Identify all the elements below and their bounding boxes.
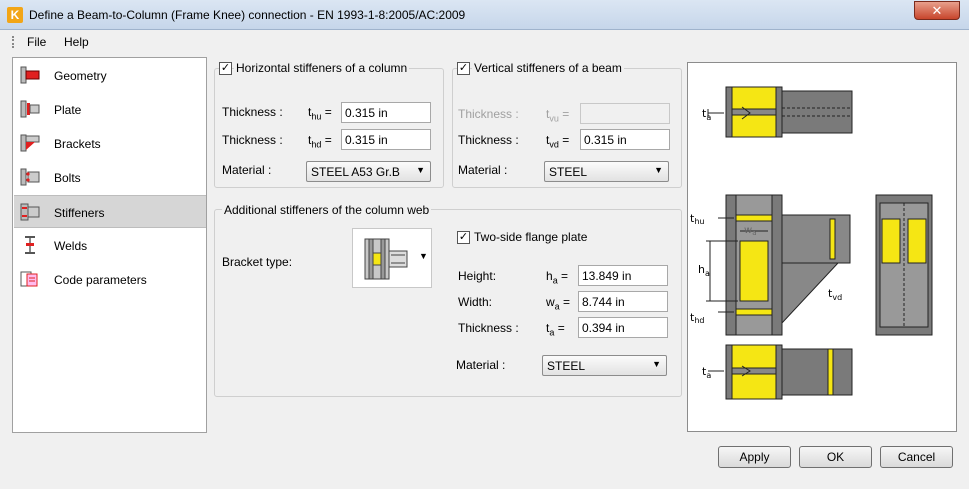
sidebar-item-geometry[interactable]: Geometry [14,59,206,92]
window-title: Define a Beam-to-Column (Frame Knee) con… [29,8,466,22]
toolbar-grip[interactable] [12,36,15,48]
two-side-flange-label: Two-side flange plate [474,230,588,244]
title-bar: K Define a Beam-to-Column (Frame Knee) c… [0,0,969,30]
code-parameters-icon [20,271,38,287]
preview-label-thu: thu [690,212,704,226]
sidebar-item-label: Brackets [54,137,101,151]
preview-label-tvd: tvd [828,287,842,302]
thickness-label: Thickness : [458,107,519,121]
ha-symbol: ha = [546,269,569,286]
brackets-icon [20,134,40,152]
chevron-down-icon: ▼ [419,251,428,261]
additional-stiffeners-title: Additional stiffeners of the column web [222,203,432,217]
sidebar-item-plate[interactable]: Plate [14,93,206,126]
sidebar-item-label: Welds [54,239,88,253]
menu-bar: File Help [0,31,969,53]
ta-input[interactable]: 0.394 in [578,317,668,338]
sidebar-item-label: Bolts [54,171,81,185]
material-label: Material : [456,358,506,372]
preview-label-ta-bottom: ta [702,365,711,380]
sidebar-item-label: Plate [54,103,82,117]
preview-label-ta-top: ta [702,107,711,122]
connection-preview: ta thu thd ha wa tvd ta [687,62,957,432]
bolts-icon [20,168,40,186]
horizontal-stiffeners-checkbox[interactable]: ✓ [219,62,232,75]
chevron-down-icon: ▼ [416,165,425,175]
thickness-label: Thickness : [222,105,283,119]
vertical-material-value: STEEL [549,165,588,179]
thickness-label: Thickness : [458,321,519,335]
thu-input[interactable]: 0.315 in [341,102,431,123]
preview-label-thd: thd [690,311,704,325]
geometry-icon [20,66,40,84]
horizontal-stiffeners-title: Horizontal stiffeners of a column [234,61,410,75]
vertical-material-select[interactable]: STEEL ▼ [544,161,669,182]
sidebar: Geometry Plate Brackets Bolts Stiffeners… [12,57,207,433]
bracket-type-icon [364,238,408,280]
wa-input[interactable]: 8.744 in [578,291,668,312]
horizontal-material-value: STEEL A53 Gr.B [311,165,400,179]
sidebar-item-welds[interactable]: Welds [14,229,206,262]
additional-material-value: STEEL [547,359,586,373]
sidebar-item-label: Code parameters [54,273,147,287]
bottom-view-diagram [708,344,853,400]
thu-symbol: thu = [308,105,332,122]
top-view-diagram [707,86,853,138]
wa-symbol: wa = [546,295,571,312]
section-view-diagram [875,194,933,336]
chevron-down-icon: ▼ [654,165,663,175]
vertical-stiffeners-title: Vertical stiffeners of a beam [472,61,624,75]
bracket-type-label: Bracket type: [222,255,293,269]
menu-help[interactable]: Help [64,35,89,49]
two-side-flange-checkbox[interactable]: ✓ [457,231,470,244]
sidebar-item-brackets[interactable]: Brackets [14,127,206,160]
welds-icon [25,236,35,254]
close-button[interactable]: ✕ [914,1,960,20]
thd-symbol: thd = [308,133,332,150]
menu-file[interactable]: File [27,35,46,49]
sidebar-item-bolts[interactable]: Bolts [14,161,206,194]
sidebar-item-stiffeners[interactable]: Stiffeners [14,195,206,228]
thickness-label: Thickness : [458,133,519,147]
sidebar-item-label: Geometry [54,69,107,83]
tvd-input[interactable]: 0.315 in [580,129,670,150]
width-label: Width: [458,295,493,309]
elevation-view-diagram [706,194,851,336]
vertical-stiffeners-checkbox[interactable]: ✓ [457,62,470,75]
preview-label-ha: ha [698,263,710,278]
tvu-input [580,103,670,124]
app-logo-icon: K [7,7,23,23]
connection-diagram: ta thu thd ha wa tvd ta [690,86,933,400]
tvu-symbol: tvu = [546,107,570,124]
ta-symbol: ta = [546,321,565,338]
thickness-label: Thickness : [222,133,283,147]
sidebar-item-code-parameters[interactable]: Code parameters [14,263,206,296]
chevron-down-icon: ▼ [652,359,661,369]
sidebar-item-label: Stiffeners [54,206,105,220]
plate-icon [20,100,40,118]
height-label: Height: [458,269,497,283]
additional-material-select[interactable]: STEEL ▼ [542,355,667,376]
material-label: Material : [222,163,272,177]
material-label: Material : [458,163,508,177]
horizontal-material-select[interactable]: STEEL A53 Gr.B ▼ [306,161,431,182]
thd-input[interactable]: 0.315 in [341,129,431,150]
apply-button[interactable]: Apply [718,446,791,468]
tvd-symbol: tvd = [546,133,570,150]
stiffeners-icon [20,203,40,221]
cancel-button[interactable]: Cancel [880,446,953,468]
bracket-type-select[interactable]: ▼ [352,228,432,288]
ha-input[interactable]: 13.849 in [578,265,668,286]
ok-button[interactable]: OK [799,446,872,468]
